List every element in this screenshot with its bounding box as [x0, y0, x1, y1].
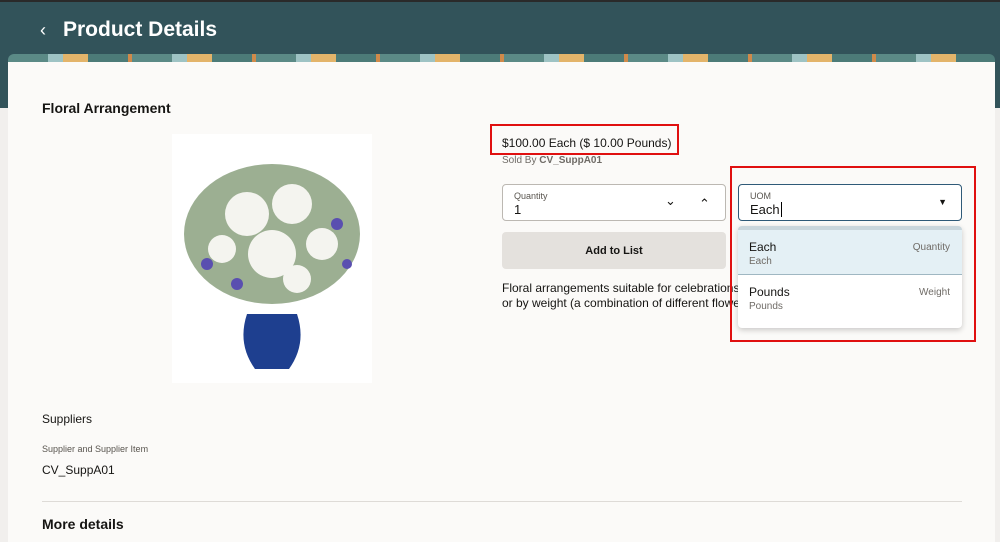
sold-by-label: Sold By [502, 155, 537, 166]
product-description: Floral arrangements suitable for celebra… [502, 281, 738, 311]
description-line: Floral arrangements suitable for celebra… [502, 281, 738, 295]
supplier-field-label: Supplier and Supplier Item [42, 444, 149, 454]
suppliers-heading: Suppliers [42, 412, 93, 426]
more-details-heading[interactable]: More details [42, 516, 124, 532]
product-image [172, 134, 372, 383]
uom-highlight-box [730, 166, 976, 342]
increment-chevron-up-icon[interactable]: ⌃ [699, 196, 710, 212]
sold-by: Sold By CV_SuppA01 [502, 155, 602, 166]
description-line: or by weight (a combination of different… [502, 296, 738, 310]
quantity-label: Quantity [514, 191, 548, 201]
add-to-list-button[interactable]: Add to List [502, 232, 726, 269]
price-highlight-box [490, 124, 679, 155]
back-chevron-icon[interactable]: ‹ [40, 20, 46, 41]
divider [42, 501, 962, 502]
quantity-stepper[interactable]: Quantity 1 ⌄ ⌃ [502, 184, 726, 221]
supplier-value: CV_SuppA01 [42, 463, 115, 477]
decrement-chevron-down-icon[interactable]: ⌄ [665, 193, 676, 209]
quantity-value[interactable]: 1 [514, 202, 521, 217]
page-title: Product Details [63, 18, 218, 41]
product-name: Floral Arrangement [42, 100, 171, 116]
sold-by-value: CV_SuppA01 [539, 155, 603, 166]
